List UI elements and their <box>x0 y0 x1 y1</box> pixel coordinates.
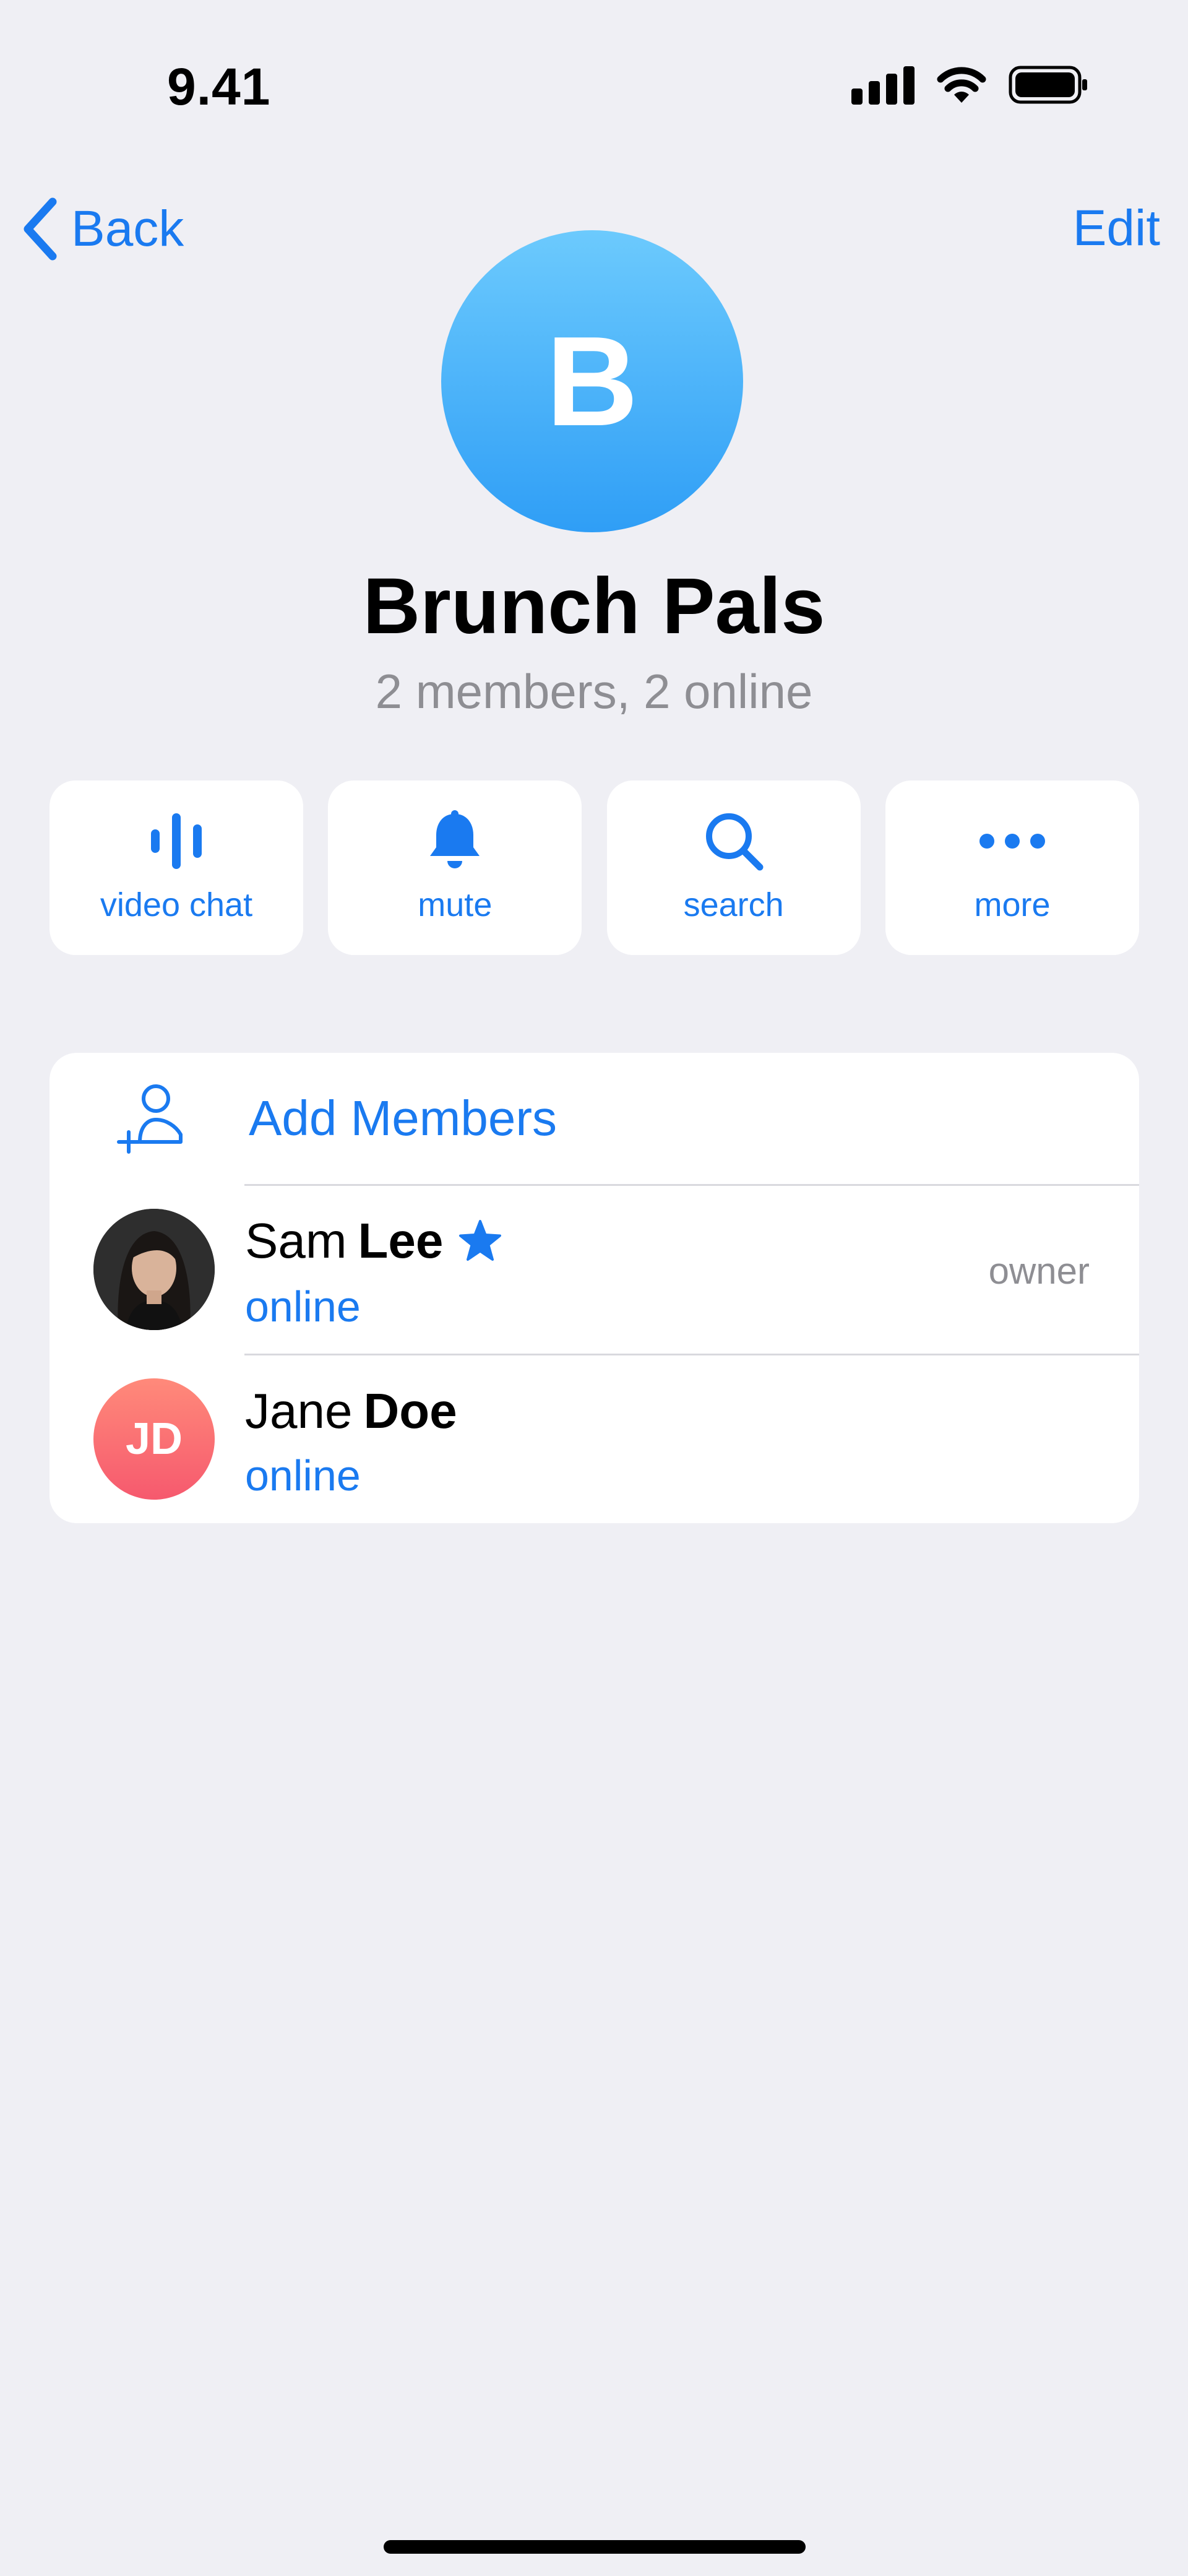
member-last-name: Doe <box>363 1383 457 1438</box>
mute-label: mute <box>418 886 493 923</box>
bell-icon <box>425 810 484 872</box>
member-name: Jane Doe <box>245 1383 457 1440</box>
more-button[interactable]: more <box>885 780 1139 955</box>
member-first-name: Sam <box>245 1213 347 1268</box>
search-label: search <box>683 886 784 923</box>
member-row[interactable]: JD Jane Doe online <box>50 1355 1139 1523</box>
avatar: JD <box>93 1378 215 1500</box>
back-button[interactable]: Back <box>22 197 184 261</box>
member-last-name: Lee <box>358 1213 444 1268</box>
battery-icon <box>1009 66 1087 104</box>
add-members-label: Add Members <box>249 1091 557 1146</box>
member-name: Sam Lee <box>245 1212 502 1269</box>
more-dots-icon <box>978 810 1046 872</box>
action-buttons: video chat mute search more <box>50 780 1139 955</box>
more-label: more <box>974 886 1051 923</box>
star-icon <box>458 1219 502 1263</box>
member-row[interactable]: Sam Lee online owner <box>50 1185 1139 1354</box>
group-subtitle: 2 members, 2 online <box>375 664 813 719</box>
edit-button[interactable]: Edit <box>1073 199 1160 257</box>
add-person-icon <box>117 1084 183 1154</box>
avatar <box>93 1209 215 1330</box>
group-avatar-letter: B <box>546 309 639 452</box>
wifi-icon <box>937 67 986 103</box>
status-icons <box>851 65 1089 105</box>
search-icon <box>702 810 766 872</box>
group-avatar[interactable]: B <box>441 230 743 532</box>
chevron-left-icon <box>24 197 57 261</box>
video-chat-button[interactable]: video chat <box>50 780 303 955</box>
member-status: online <box>245 1451 361 1500</box>
home-indicator <box>384 2540 806 2554</box>
video-chat-label: video chat <box>100 886 253 923</box>
back-label: Back <box>71 201 184 257</box>
search-button[interactable]: search <box>606 780 861 955</box>
status-time: 9.41 <box>167 58 271 116</box>
owner-badge: owner <box>988 1250 1090 1292</box>
avatar-initials: JD <box>125 1414 183 1464</box>
members-card: Add Members Sam Lee online owner JD Jane… <box>50 1053 1139 1523</box>
add-members-row[interactable]: Add Members <box>50 1053 1139 1184</box>
group-name: Brunch Pals <box>363 562 825 650</box>
mute-button[interactable]: mute <box>328 780 582 955</box>
member-status: online <box>245 1282 361 1331</box>
voice-bars-icon <box>145 810 207 872</box>
cellular-signal-icon <box>851 65 915 105</box>
member-first-name: Jane <box>245 1383 353 1438</box>
